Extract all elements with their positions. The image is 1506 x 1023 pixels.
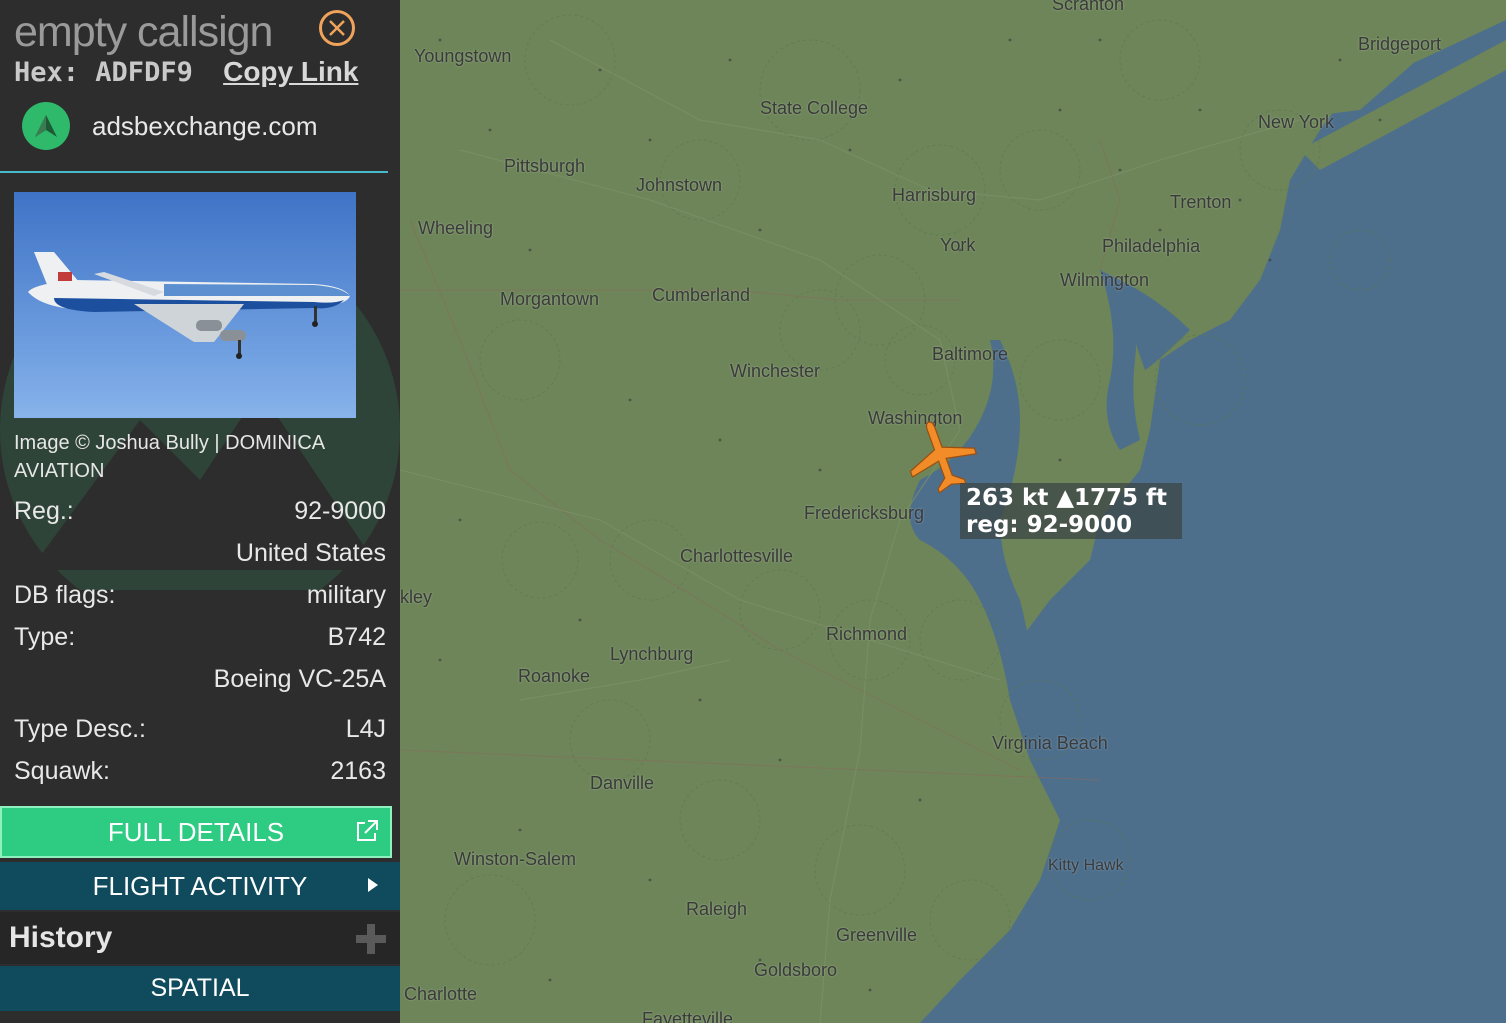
country-row: United States [14,539,386,568]
callsign-title: empty callsign [14,8,273,56]
full-details-label: FULL DETAILS [107,816,285,847]
city-label-kitty-hawk: Kitty Hawk [1048,857,1124,874]
history-label: History [9,921,113,954]
city-label-greenville: Greenville [836,925,918,945]
spatial-label: SPATIAL [150,974,250,1002]
city-label-harrisburg: Harrisburg [892,185,977,205]
dbflags-row: DB flags: military [14,581,386,610]
dbflags-label: DB flags: [14,581,116,609]
site-link[interactable]: adsbexchange.com [22,102,317,150]
external-link-icon [357,820,378,841]
type-name-value: Boeing VC-25A [213,665,386,693]
plus-icon[interactable] [356,924,386,954]
city-label-partial: kley [400,587,433,607]
aircraft-label: 263 kt ▲1775 ft reg: 92-9000 [960,483,1182,539]
city-label-goldsboro: Goldsboro [754,960,838,980]
history-section[interactable]: History [0,912,400,964]
aircraft-reg: reg: 92-9000 [966,512,1133,538]
city-label-johnstown: Johnstown [636,175,723,195]
city-label-charlottesville: Charlottesville [680,546,794,566]
city-label-cumberland: Cumberland [652,285,751,305]
dbflags-value: military [306,581,386,609]
close-icon [329,20,345,36]
typedesc-row: Type Desc.: L4J [14,715,386,744]
city-label-trenton: Trenton [1170,192,1232,212]
city-label-youngstown: Youngstown [414,46,512,66]
site-name: adsbexchange.com [92,110,318,141]
typedesc-value: L4J [345,715,386,743]
hex-row: Hex: ADFDF9 Copy Link [14,56,358,88]
aircraft-photo[interactable] [14,192,356,418]
city-label-danville: Danville [590,773,655,793]
city-label-new-york: New York [1258,112,1335,132]
close-button[interactable] [319,10,355,46]
chevron-right-icon [368,878,378,892]
city-label-state-college: State College [760,98,869,118]
squawk-row: Squawk: 2163 [14,757,386,786]
city-label-wheeling: Wheeling [418,218,494,238]
aircraft-info-panel: empty callsign Hex: ADFDF9 Copy Link ads… [0,0,400,1023]
city-label-philadelphia: Philadelphia [1102,236,1201,256]
divider [0,171,388,173]
city-label-scranton: Scranton [1052,0,1125,14]
city-label-winston-salem: Winston-Salem [454,849,577,869]
aircraft-speed: 263 kt [966,485,1049,511]
typedesc-label: Type Desc.: [14,715,146,743]
city-label-wilmington: Wilmington [1060,270,1150,290]
aircraft-speed-altitude: 263 kt ▲1775 ft [966,485,1176,512]
city-label-richmond: Richmond [826,624,908,644]
squawk-value: 2163 [330,757,386,785]
registration-row: Reg.: 92-9000 [14,497,386,526]
city-label-lynchburg: Lynchburg [610,644,694,664]
city-label-bridgeport: Bridgeport [1358,34,1442,54]
adsbexchange-logo-icon [22,102,70,150]
country-value: United States [235,539,386,567]
type-row: Type: B742 [14,623,386,652]
flight-activity-label: FLIGHT ACTIVITY [92,870,308,901]
full-details-button[interactable]: FULL DETAILS [0,806,392,858]
type-name-row: Boeing VC-25A [14,665,386,694]
registration-label: Reg.: [14,497,74,525]
map-view[interactable]: Scranton Bridgeport Youngstown State Col… [400,0,1506,1023]
city-label-winchester: Winchester [730,361,821,381]
spatial-button[interactable]: SPATIAL [0,966,400,1011]
photo-credit: Image © Joshua Bully | DOMINICA AVIATION [14,432,325,482]
city-label-fayetteville: Fayetteville [642,1009,734,1023]
squawk-label: Squawk: [14,757,110,785]
type-label: Type: [14,623,76,651]
hex-label: Hex: [14,57,80,88]
city-label-fredericksburg: Fredericksburg [804,503,925,523]
city-label-morgantown: Morgantown [500,289,600,309]
registration-value: 92-9000 [294,497,386,525]
type-value: B742 [327,623,386,651]
city-label-raleigh: Raleigh [686,899,748,919]
city-label-pittsburgh: Pittsburgh [504,156,586,176]
city-label-baltimore: Baltimore [932,344,1009,364]
city-label-roanoke: Roanoke [518,666,591,686]
copy-link[interactable]: Copy Link [223,56,358,87]
city-label-virginia-beach: Virginia Beach [992,733,1108,753]
city-label-charlotte: Charlotte [404,984,478,1004]
hex-value: ADFDF9 [95,57,193,88]
flight-activity-button[interactable]: FLIGHT ACTIVITY [0,862,400,910]
aircraft-altitude: ▲1775 ft [1056,485,1168,511]
city-label-york: York [940,235,976,255]
